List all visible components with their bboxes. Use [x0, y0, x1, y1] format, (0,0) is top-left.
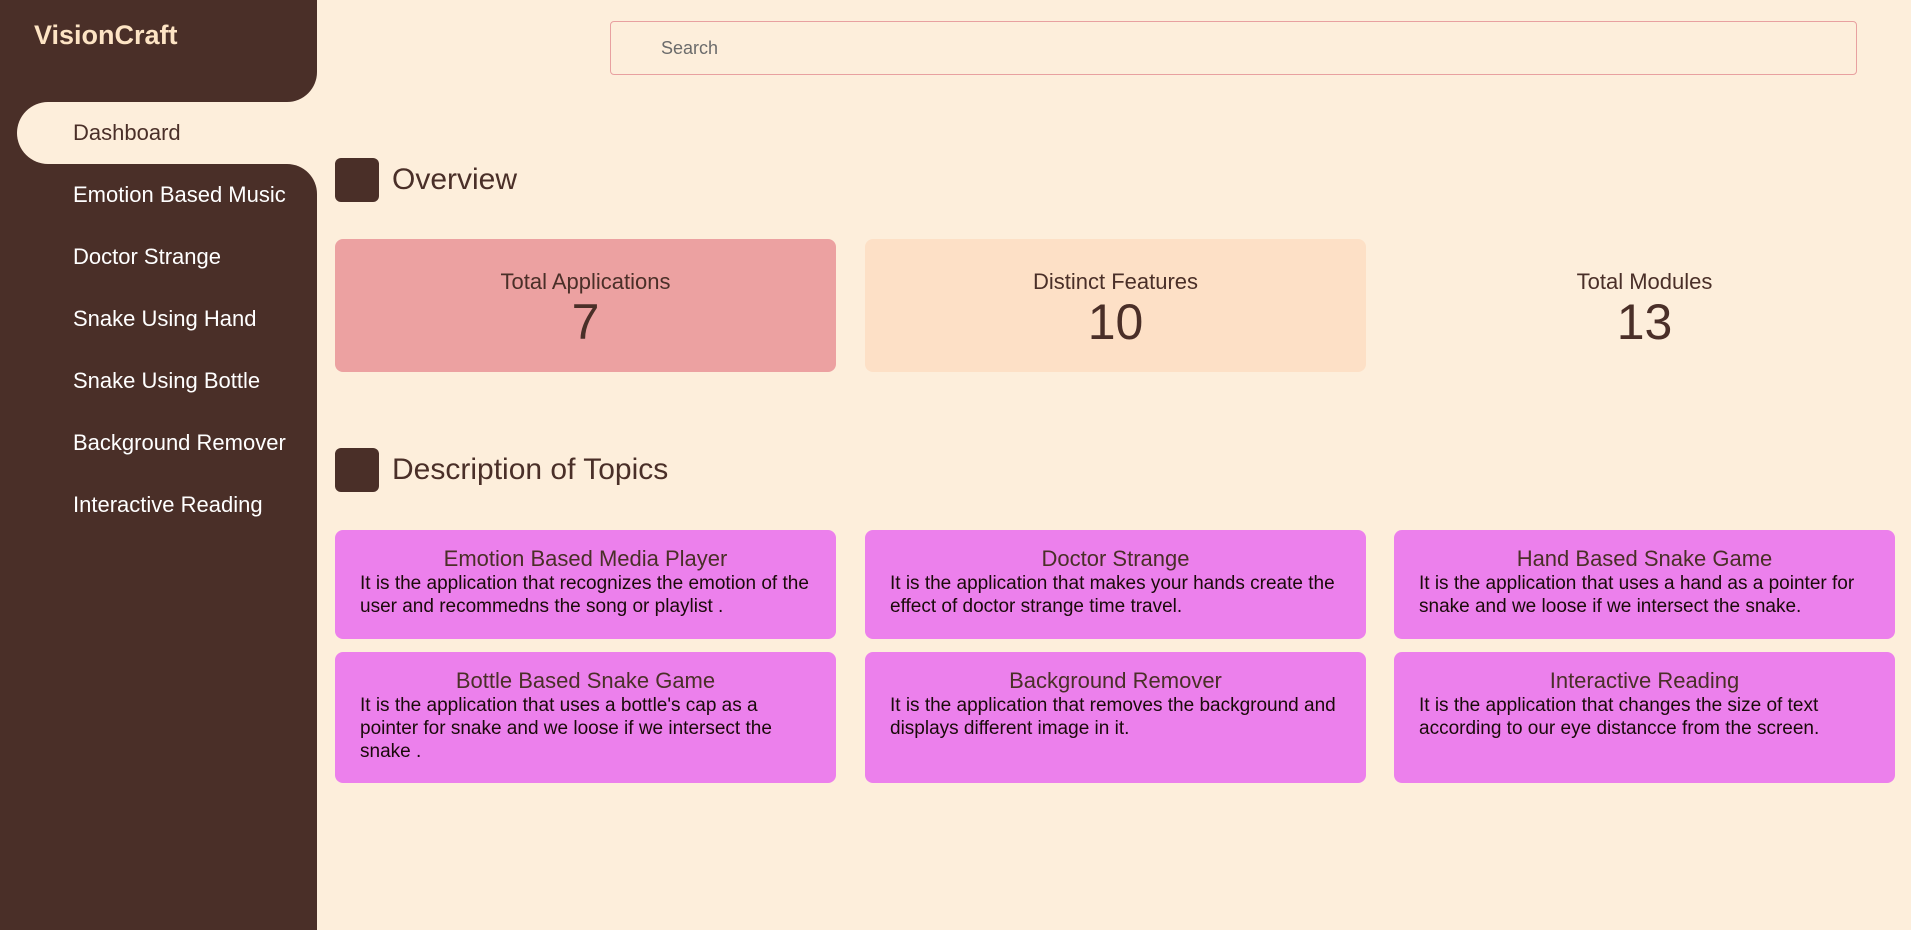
sidebar-item-snake-using-bottle[interactable]: Snake Using Bottle: [17, 350, 317, 412]
stat-card-total-applications: Total Applications 7: [335, 239, 836, 372]
sidebar-item-snake-using-hand[interactable]: Snake Using Hand: [17, 288, 317, 350]
stat-value: 10: [1087, 294, 1144, 350]
sidebar: VisionCraft Dashboard Emotion Based Musi…: [0, 0, 317, 930]
topic-card-background-remover[interactable]: Background Remover It is the application…: [865, 652, 1366, 783]
topic-description: It is the application that recognizes th…: [360, 573, 809, 617]
overview-title: Overview: [392, 163, 518, 196]
topic-description: It is the application that changes the s…: [1419, 695, 1820, 739]
topic-card-doctor-strange[interactable]: Doctor Strange It is the application tha…: [865, 530, 1366, 639]
stat-label: Total Modules: [1576, 269, 1713, 294]
topic-description: It is the application that makes your ha…: [890, 573, 1335, 617]
stat-value: 13: [1616, 294, 1673, 350]
topic-card-hand-snake-game[interactable]: Hand Based Snake Game It is the applicat…: [1394, 530, 1895, 639]
topic-title: Bottle Based Snake Game: [455, 668, 716, 693]
stat-label: Total Applications: [500, 269, 671, 294]
topics-header: Description of Topics: [335, 448, 668, 492]
topic-title: Interactive Reading: [1549, 668, 1740, 693]
topic-title: Emotion Based Media Player: [443, 546, 728, 571]
sidebar-item-background-remover[interactable]: Background Remover: [17, 412, 317, 474]
topic-card-emotion-media-player[interactable]: Emotion Based Media Player It is the app…: [335, 530, 836, 639]
topic-description: It is the application that uses a hand a…: [1419, 573, 1855, 617]
topic-description: It is the application that removes the b…: [890, 695, 1336, 739]
topics-icon: [335, 448, 379, 492]
overview-icon: [335, 158, 379, 202]
stat-card-distinct-features: Distinct Features 10: [865, 239, 1366, 372]
stat-card-total-modules: Total Modules 13: [1394, 239, 1895, 372]
sidebar-nav: Dashboard Emotion Based Music Doctor Str…: [17, 102, 317, 536]
search-input[interactable]: [610, 21, 1857, 75]
topics-title: Description of Topics: [392, 453, 669, 486]
topic-title: Hand Based Snake Game: [1516, 546, 1773, 571]
stat-value: 7: [571, 294, 600, 350]
stat-label: Distinct Features: [1032, 269, 1199, 294]
topic-title: Doctor Strange: [1041, 546, 1190, 571]
sidebar-item-interactive-reading[interactable]: Interactive Reading: [17, 474, 317, 536]
sidebar-item-doctor-strange[interactable]: Doctor Strange: [17, 226, 317, 288]
topic-card-interactive-reading[interactable]: Interactive Reading It is the applicatio…: [1394, 652, 1895, 783]
topic-description: It is the application that uses a bottle…: [360, 695, 772, 762]
app-root: VisionCraft Dashboard Emotion Based Musi…: [0, 0, 1911, 930]
topic-title: Background Remover: [1009, 668, 1222, 693]
overview-header: Overview: [335, 158, 517, 202]
sidebar-item-emotion-based-music[interactable]: Emotion Based Music: [17, 164, 317, 226]
sidebar-item-dashboard[interactable]: Dashboard: [17, 102, 317, 164]
topic-card-bottle-snake-game[interactable]: Bottle Based Snake Game It is the applic…: [335, 652, 836, 783]
app-logo[interactable]: VisionCraft: [34, 20, 178, 51]
